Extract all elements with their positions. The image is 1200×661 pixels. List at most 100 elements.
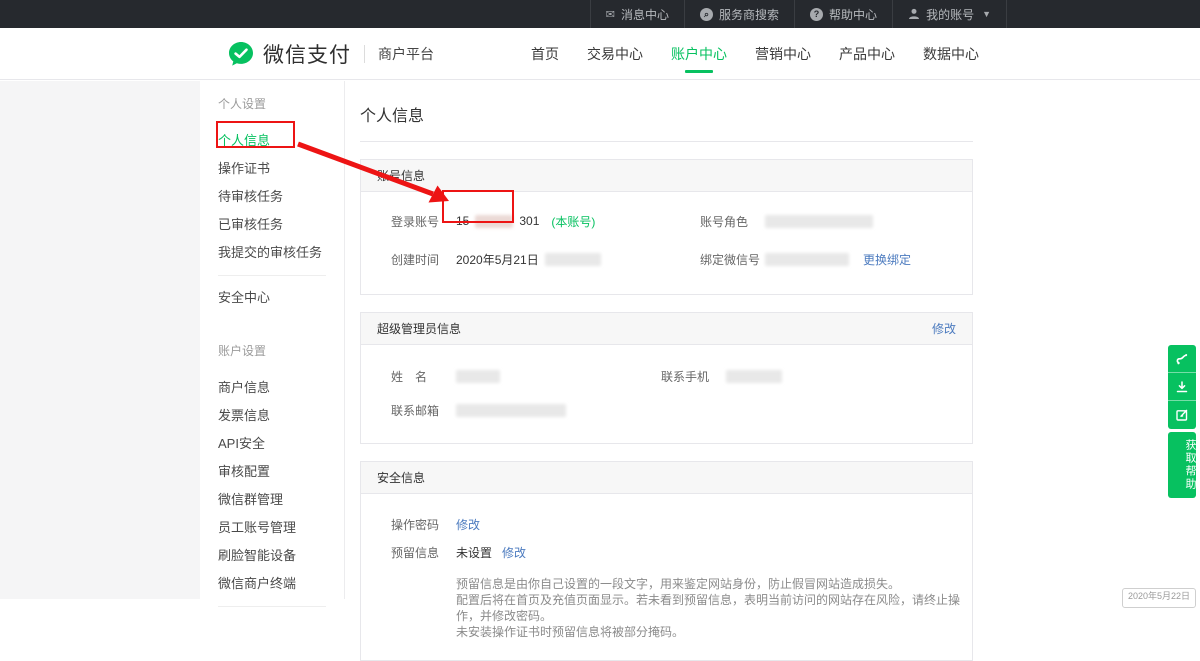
sidebar-item-wechat-merchant-terminal[interactable]: 微信商户终端	[218, 578, 344, 590]
main-content: 个人信息 账号信息 登录账号 15 301 (本账号) 账号角色	[360, 81, 973, 661]
operation-password-label: 操作密码	[391, 516, 456, 533]
sidebar-item-review-config[interactable]: 审核配置	[218, 466, 344, 478]
sidebar-item-my-submitted-tasks[interactable]: 我提交的审核任务	[218, 247, 344, 259]
edit-icon	[1175, 408, 1189, 422]
description-line: 配置后将在首页及充值页面显示。若未看到预留信息，表明当前访问的网站存在风险，请终…	[456, 592, 972, 624]
sidebar-item-personal-info[interactable]: 个人信息	[218, 135, 344, 147]
sidebar-item-api-security[interactable]: API安全	[218, 438, 344, 450]
sidebar-group-personal-settings: 个人设置	[218, 95, 344, 112]
topbar-item-my-account[interactable]: 我的账号 ▼	[892, 0, 1007, 28]
brand: 微信支付 商户平台	[227, 28, 434, 80]
account-info-card-body: 登录账号 15 301 (本账号) 账号角色 创建时间	[361, 192, 972, 294]
admin-name-redacted	[456, 370, 500, 383]
topbar-item-label: 消息中心	[621, 6, 669, 23]
sidebar-item-face-smart-device[interactable]: 刷脸智能设备	[218, 550, 344, 562]
reserved-info-value: 未设置	[456, 544, 492, 561]
download-button[interactable]	[1168, 373, 1196, 401]
brand-name: 微信支付	[263, 39, 351, 69]
download-icon	[1175, 380, 1189, 394]
super-admin-card-body: 姓 名 联系手机 联系邮箱	[361, 345, 972, 443]
login-account-suffix: 301	[519, 214, 539, 228]
nav-item-product-center[interactable]: 产品中心	[833, 28, 901, 80]
password-edit-link[interactable]: 修改	[456, 516, 480, 533]
sidebar-group-account-settings: 账户设置	[218, 342, 344, 359]
reserved-info-description: 预留信息是由你自己设置的一段文字，用来鉴定网站身份，防止假冒网站造成损失。 配置…	[456, 576, 972, 640]
search-icon: ⌕	[700, 8, 713, 21]
security-info-card-body: 操作密码 修改 预留信息 未设置 修改 预留信息是由你自己设置的一段文字，用来鉴…	[361, 494, 972, 660]
account-info-card-header: 账号信息	[361, 160, 972, 192]
sidebar-item-wechat-group-mgmt[interactable]: 微信群管理	[218, 494, 344, 506]
created-time-label: 创建时间	[391, 251, 456, 268]
security-info-card: 安全信息 操作密码 修改 预留信息 未设置 修改 预留信息是由你自己设	[360, 461, 973, 661]
reserved-info-label: 预留信息	[391, 544, 456, 561]
floating-toolbar: 获取帮助	[1168, 345, 1196, 498]
portal-name: 商户平台	[378, 44, 434, 64]
created-time-redacted	[545, 253, 601, 266]
feedback-button[interactable]	[1168, 401, 1196, 429]
sidebar-item-operation-certificate[interactable]: 操作证书	[218, 163, 344, 175]
admin-email-redacted	[456, 404, 566, 417]
get-help-button[interactable]: 获取帮助	[1168, 432, 1196, 498]
card-title: 超级管理员信息	[377, 320, 461, 337]
login-account-prefix: 15	[456, 214, 469, 228]
brand-separator	[364, 45, 365, 63]
reserved-info-edit-link[interactable]: 修改	[502, 544, 526, 561]
bound-wechat-label: 绑定微信号	[700, 251, 765, 268]
login-account-value: 15 301 (本账号)	[456, 213, 595, 230]
card-title: 账号信息	[377, 167, 425, 184]
admin-phone-label: 联系手机	[661, 368, 726, 385]
account-role-redacted	[765, 215, 873, 228]
super-admin-card: 超级管理员信息 修改 姓 名 联系手机 联系邮箱	[360, 312, 973, 444]
topbar-item-label: 帮助中心	[829, 6, 877, 23]
nav-item-transaction-center[interactable]: 交易中心	[581, 28, 649, 80]
title-divider	[360, 141, 973, 142]
sidebar-divider	[218, 275, 326, 276]
admin-email-label: 联系邮箱	[391, 402, 456, 419]
security-info-card-header: 安全信息	[361, 462, 972, 494]
nav-item-home[interactable]: 首页	[525, 28, 565, 80]
topbar-item-provider-search[interactable]: ⌕ 服务商搜索	[684, 0, 794, 28]
help-icon: ?	[810, 8, 823, 21]
sidebar: 个人设置 个人信息 操作证书 待审核任务 已审核任务 我提交的审核任务 安全中心…	[200, 81, 345, 599]
nav-item-marketing-center[interactable]: 营销中心	[749, 28, 817, 80]
user-icon	[908, 8, 920, 20]
admin-edit-link[interactable]: 修改	[932, 320, 956, 337]
nav-item-account-center[interactable]: 账户中心	[665, 28, 733, 80]
login-account-redacted	[475, 215, 513, 228]
login-account-label: 登录账号	[391, 213, 456, 230]
created-time-value: 2020年5月21日	[456, 251, 539, 268]
super-admin-card-header: 超级管理员信息 修改	[361, 313, 972, 345]
current-account-tag: (本账号)	[551, 213, 595, 230]
topbar-item-label: 我的账号	[926, 6, 974, 23]
mail-icon: ✉	[606, 8, 615, 21]
topbar-item-label: 服务商搜索	[719, 6, 779, 23]
bound-wechat-redacted	[765, 253, 849, 266]
sidebar-item-security-center[interactable]: 安全中心	[218, 292, 344, 304]
sidebar-item-invoice-info[interactable]: 发票信息	[218, 410, 344, 422]
link-button[interactable]	[1168, 345, 1196, 373]
sidebar-item-staff-account-mgmt[interactable]: 员工账号管理	[218, 522, 344, 534]
left-gutter	[0, 81, 200, 599]
link-icon	[1175, 352, 1189, 366]
header: 微信支付 商户平台 首页 交易中心 账户中心 营销中心 产品中心 数据中心	[0, 28, 1200, 80]
chevron-down-icon: ▼	[982, 9, 991, 19]
account-info-card: 账号信息 登录账号 15 301 (本账号) 账号角色	[360, 159, 973, 295]
nav-item-data-center[interactable]: 数据中心	[917, 28, 985, 80]
admin-phone-redacted	[726, 370, 782, 383]
page-title: 个人信息	[360, 81, 973, 141]
topbar: ✉ 消息中心 ⌕ 服务商搜索 ? 帮助中心 我的账号 ▼	[0, 0, 1200, 28]
card-title: 安全信息	[377, 469, 425, 486]
sidebar-item-reviewed-tasks[interactable]: 已审核任务	[218, 219, 344, 231]
header-nav: 首页 交易中心 账户中心 营销中心 产品中心 数据中心	[525, 28, 985, 80]
topbar-item-help[interactable]: ? 帮助中心	[794, 0, 892, 28]
sidebar-item-merchant-info[interactable]: 商户信息	[218, 382, 344, 394]
sidebar-item-pending-review-tasks[interactable]: 待审核任务	[218, 191, 344, 203]
topbar-item-messages[interactable]: ✉ 消息中心	[590, 0, 684, 28]
change-binding-link[interactable]: 更换绑定	[863, 251, 911, 268]
admin-name-label: 姓 名	[391, 368, 456, 385]
description-line: 未安装操作证书时预留信息将被部分掩码。	[456, 624, 972, 640]
account-role-label: 账号角色	[700, 213, 765, 230]
description-line: 预留信息是由你自己设置的一段文字，用来鉴定网站身份，防止假冒网站造成损失。	[456, 576, 972, 592]
wechat-pay-logo-icon	[227, 40, 255, 68]
sidebar-divider	[218, 606, 326, 607]
